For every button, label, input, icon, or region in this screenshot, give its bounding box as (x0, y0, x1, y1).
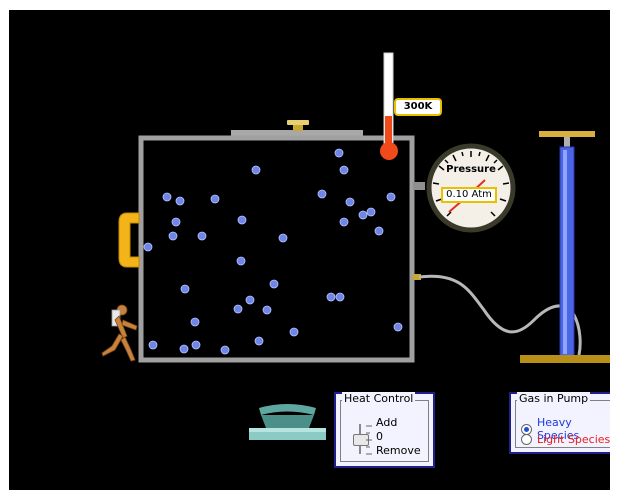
heat-slider-ticks (366, 425, 372, 455)
gas-particle (175, 196, 185, 206)
gas-particle (179, 344, 189, 354)
gas-particle (191, 340, 201, 350)
gas-particle (143, 242, 153, 252)
gas-particle (386, 192, 396, 202)
gas-particle (168, 231, 178, 241)
gas-particle (278, 233, 288, 243)
gauge-title: Pressure (446, 164, 496, 175)
gas-particle (148, 340, 158, 350)
light-species-radio[interactable] (521, 434, 532, 445)
gas-particle (269, 279, 279, 289)
gas-particle (289, 327, 299, 337)
heat-remove-label: Remove (376, 444, 421, 457)
gas-particle (245, 295, 255, 305)
gas-particle (190, 317, 200, 327)
gas-particle (326, 292, 336, 302)
gas-particle (210, 194, 220, 204)
gas-particle (236, 256, 246, 266)
heat-add-label: Add (376, 416, 398, 429)
gas-particle (171, 217, 181, 227)
light-species-label: Light Species (537, 433, 610, 446)
light-species-option[interactable]: Light Species (521, 433, 610, 446)
thermometer-readout: 300K (403, 101, 433, 112)
gas-particle (220, 345, 230, 355)
gauge-readout: 0.10 Atm (446, 189, 492, 200)
gas-particle (233, 304, 243, 314)
gas-in-pump-title: Gas in Pump (517, 392, 591, 405)
gas-particle (254, 336, 264, 346)
gas-particle (197, 231, 207, 241)
gas-particle (339, 165, 349, 175)
gas-particle (262, 305, 272, 315)
heat-control-panel: Heat Control Add 0 Remove (334, 392, 435, 468)
gas-particle (251, 165, 261, 175)
gas-particle (366, 207, 376, 217)
heat-zero-label: 0 (376, 430, 383, 443)
heat-control-title: Heat Control (342, 392, 416, 405)
gas-particle (374, 226, 384, 236)
gas-particle (180, 284, 190, 294)
gas-particle (339, 217, 349, 227)
gas-particle (334, 148, 344, 158)
heat-slider[interactable] (353, 424, 369, 454)
gas-in-pump-panel: Gas in Pump Heavy Species Light Species (509, 392, 610, 454)
gas-particle (345, 197, 355, 207)
gas-particle (317, 189, 327, 199)
simulation-canvas[interactable]: 300K Pressure 0.10 Atm Heat Control Add … (9, 10, 610, 490)
gas-particle (393, 322, 403, 332)
gas-particle (237, 215, 247, 225)
gas-particle (335, 292, 345, 302)
gas-particle (358, 210, 368, 220)
gas-particle (162, 192, 172, 202)
